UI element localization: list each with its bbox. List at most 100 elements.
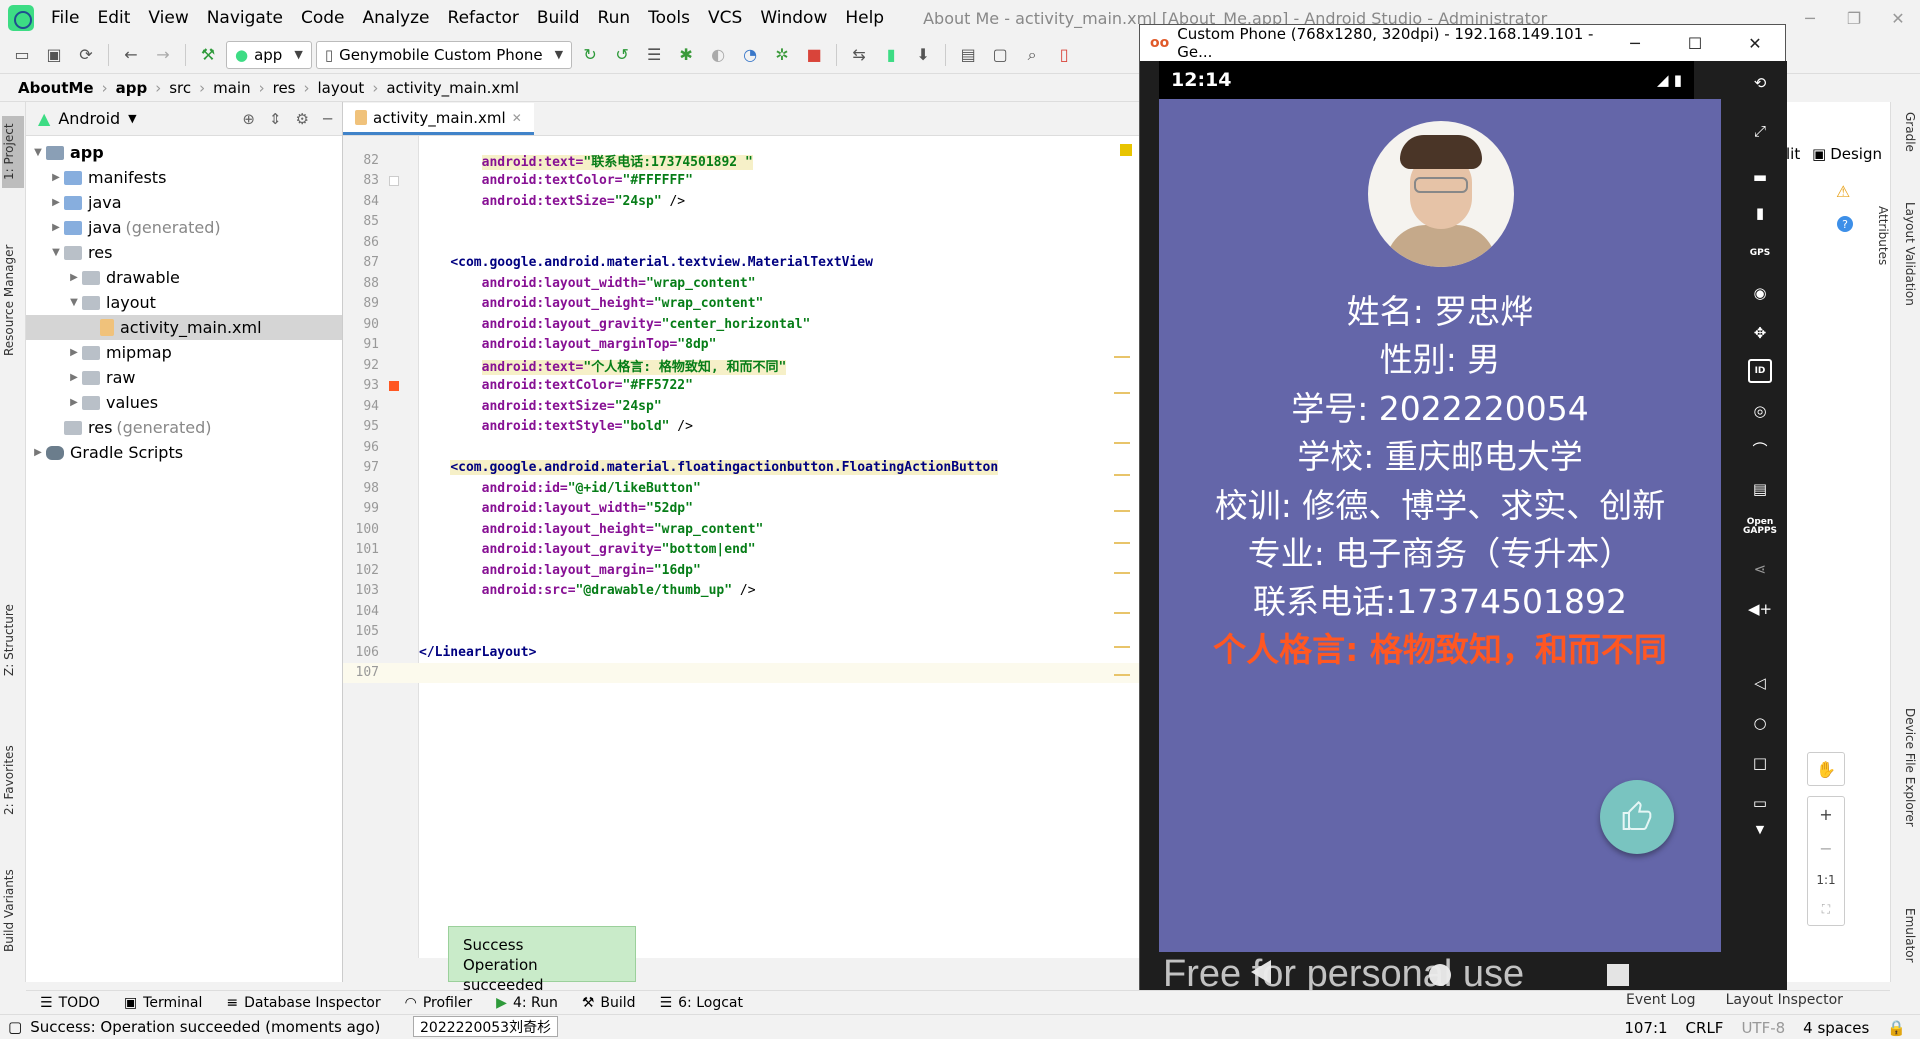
tab-structure[interactable]: Z: Structure	[2, 600, 24, 680]
code-line[interactable]: 89 android:layout_height="wrap_content"	[343, 294, 1140, 315]
split-tab[interactable]: lit	[1786, 142, 1800, 166]
search-icon[interactable]: ⌕	[1018, 41, 1046, 69]
network-icon[interactable]: ⌒	[1748, 437, 1772, 461]
hide-icon[interactable]: ─	[323, 110, 332, 128]
chevron-right-icon[interactable]: ▶	[66, 272, 82, 283]
gear-icon[interactable]: ⚙	[296, 110, 309, 128]
editor-tab-activity-main[interactable]: activity_main.xml ✕	[343, 103, 534, 135]
code-line[interactable]: 85	[343, 212, 1140, 233]
close-icon[interactable]: ✕	[1876, 0, 1920, 36]
pixel-perfect-icon[interactable]: ⤢	[1748, 119, 1772, 143]
menu-item[interactable]: Navigate	[198, 8, 292, 28]
warning-stripe-mark[interactable]	[1114, 612, 1130, 614]
forward-icon[interactable]: →	[149, 41, 177, 69]
line-separator[interactable]: CRLF	[1686, 1019, 1724, 1037]
warning-stripe-mark[interactable]	[1114, 392, 1130, 394]
tab-database-inspector[interactable]: ≡ Database Inspector	[226, 995, 380, 1011]
code-line[interactable]: 95 android:textStyle="bold" />	[343, 417, 1140, 438]
zoom-out-icon[interactable]: −	[1819, 839, 1832, 858]
tab-device-file-explorer[interactable]: Device File Explorer	[1895, 708, 1917, 858]
tab-terminal[interactable]: ▣ Terminal	[124, 995, 202, 1011]
warning-stripe-mark[interactable]	[1114, 674, 1130, 676]
file-encoding[interactable]: UTF-8	[1741, 1019, 1785, 1037]
maximize-icon[interactable]: ❐	[1832, 0, 1876, 36]
close-icon[interactable]: ✕	[1725, 34, 1785, 53]
stop-icon[interactable]: ■	[800, 41, 828, 69]
menu-item[interactable]: Tools	[639, 8, 699, 28]
tab-build-variants[interactable]: Build Variants	[2, 862, 24, 960]
tab-project[interactable]: 1: Project	[2, 116, 24, 188]
sdk-manager-icon[interactable]: ⬇	[909, 41, 937, 69]
tree-item[interactable]: ▶ java (generated)	[26, 215, 342, 240]
open-gapps-icon[interactable]: Open GAPPS	[1743, 515, 1777, 539]
menu-item[interactable]: Window	[751, 8, 836, 28]
warning-indicator-icon[interactable]	[1120, 144, 1132, 156]
code-line[interactable]: 92 android:text="个人格言: 格物致知, 和而不同"	[343, 355, 1140, 376]
code-line[interactable]: 105	[343, 622, 1140, 643]
code-line[interactable]: 88 android:layout_width="wrap_content"	[343, 273, 1140, 294]
help-icon[interactable]: ?	[1837, 216, 1853, 232]
chevron-right-icon[interactable]: ▶	[66, 347, 82, 358]
zoom-in-icon[interactable]: +	[1819, 805, 1832, 824]
tab-build[interactable]: ⚒ Build	[582, 995, 636, 1011]
tree-item[interactable]: ▼ res	[26, 240, 342, 265]
warning-stripe-mark[interactable]	[1114, 572, 1130, 574]
back-icon[interactable]: ←	[117, 41, 145, 69]
menu-item[interactable]: Run	[589, 8, 640, 28]
tab-emulator[interactable]: Emulator	[1895, 908, 1917, 978]
tree-item[interactable]: res (generated)	[26, 415, 342, 440]
design-tab[interactable]: ▣ Design	[1812, 142, 1882, 166]
sms-icon[interactable]: ▤	[1748, 477, 1772, 501]
project-view-select[interactable]: Android	[58, 109, 120, 128]
sync-icon[interactable]: ⟳	[72, 41, 100, 69]
open-folder-icon[interactable]: ▭	[8, 41, 36, 69]
code-line[interactable]: 82 android:text="联系电话:17374501892 "	[343, 150, 1140, 171]
sync-gradle-icon[interactable]: ⇆	[845, 41, 873, 69]
zoom-actual-icon[interactable]: 1:1	[1816, 873, 1835, 887]
chevron-right-icon[interactable]: ▶	[30, 447, 46, 458]
tree-item[interactable]: ▶ mipmap	[26, 340, 342, 365]
move-icon[interactable]: ✥	[1748, 321, 1772, 345]
camera-icon[interactable]: ◉	[1748, 281, 1772, 305]
color-swatch-icon[interactable]	[389, 380, 399, 391]
logcat-icon[interactable]: ☰	[640, 41, 668, 69]
code-line[interactable]: 91 android:layout_marginTop="8dp"	[343, 335, 1140, 356]
project-structure-icon[interactable]: ▤	[954, 41, 982, 69]
tree-item[interactable]: activity_main.xml	[26, 315, 342, 340]
breadcrumb-item[interactable]: main	[209, 79, 254, 97]
capture-icon[interactable]: ▬	[1748, 165, 1772, 189]
tab-attributes[interactable]: Attributes	[1868, 206, 1890, 276]
breadcrumb-item[interactable]: app	[112, 79, 152, 97]
tree-item[interactable]: ▼ app	[26, 140, 342, 165]
tree-item[interactable]: ▶ manifests	[26, 165, 342, 190]
code-line[interactable]: 86	[343, 232, 1140, 253]
code-line[interactable]: 90 android:layout_gravity="center_horizo…	[343, 314, 1140, 335]
tab-layout-inspector[interactable]: Layout Inspector	[1726, 992, 1843, 1008]
tab-todo[interactable]: ☰ TODO	[40, 995, 100, 1011]
chevron-right-icon[interactable]: ▶	[66, 397, 82, 408]
menu-item[interactable]: VCS	[699, 8, 751, 28]
coverage-icon[interactable]: ◐	[704, 41, 732, 69]
menu-item[interactable]: Code	[292, 8, 354, 28]
tab-gradle[interactable]: Gradle	[1895, 112, 1917, 164]
warning-stripe-mark[interactable]	[1114, 356, 1130, 358]
tab-profiler[interactable]: ◠ Profiler	[405, 995, 473, 1011]
like-button[interactable]	[1600, 780, 1674, 854]
home-button-icon[interactable]: ○	[1748, 711, 1772, 735]
share-icon[interactable]: ⋖	[1748, 557, 1772, 581]
tree-item[interactable]: ▶ drawable	[26, 265, 342, 290]
chevron-right-icon[interactable]: ▶	[48, 172, 64, 183]
tree-item[interactable]: ▶ raw	[26, 365, 342, 390]
minimize-icon[interactable]: ─	[1788, 0, 1832, 36]
tab-event-log[interactable]: Event Log	[1626, 992, 1696, 1008]
debug-icon[interactable]: ✱	[672, 41, 700, 69]
more-chevron-icon[interactable]: ▼	[1748, 817, 1772, 841]
chevron-right-icon[interactable]: ▶	[48, 222, 64, 233]
zoom-fit-icon[interactable]: ⛶	[1822, 902, 1830, 917]
warning-stripe-mark[interactable]	[1114, 510, 1130, 512]
recents-nav-icon[interactable]	[1607, 964, 1629, 986]
apply-changes-icon[interactable]: ↻	[576, 41, 604, 69]
tab-resource-manager[interactable]: Resource Manager	[2, 240, 24, 360]
breadcrumb-item[interactable]: src	[165, 79, 195, 97]
warning-icon[interactable]: ⚠	[1836, 182, 1850, 201]
